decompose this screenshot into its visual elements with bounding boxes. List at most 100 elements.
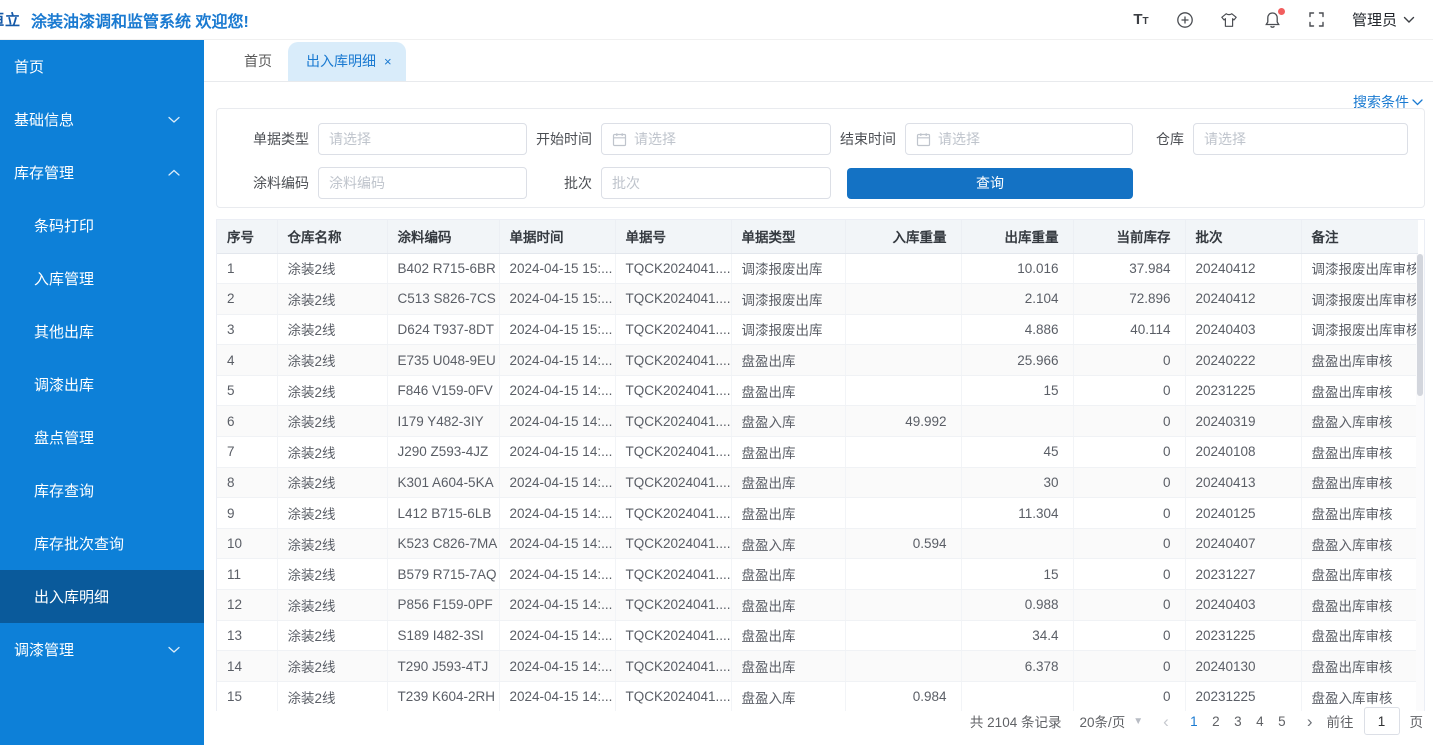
scrollbar-thumb[interactable] xyxy=(1417,254,1423,396)
table-cell: TQCK2024041.... xyxy=(615,406,731,437)
sidebar-item-其他出库[interactable]: 其他出库 xyxy=(0,305,204,358)
page-number-2[interactable]: 2 xyxy=(1205,712,1227,731)
goto-page-input[interactable] xyxy=(1364,707,1400,735)
table-cell: 盘盈出库 xyxy=(731,467,845,498)
table-cell: TQCK2024041.... xyxy=(615,528,731,559)
page-size-select[interactable]: 20条/页 ▼ xyxy=(1079,711,1143,731)
table-cell: 涂装2线 xyxy=(277,681,387,711)
table-cell: 20231225 xyxy=(1185,620,1301,651)
sidebar-item-库存管理[interactable]: 库存管理 xyxy=(0,146,204,199)
table-cell: 2.104 xyxy=(961,284,1073,315)
table-cell: 涂装2线 xyxy=(277,406,387,437)
search-field-仓库: 仓库请选择 xyxy=(1135,123,1408,155)
main-area: 首页出入库明细× 搜索条件 单据类型请选择开始时间请选择结束时间请选择仓库请选择… xyxy=(204,40,1433,745)
field-input[interactable]: 请选择 xyxy=(905,123,1133,155)
sidebar-item-条码打印[interactable]: 条码打印 xyxy=(0,199,204,252)
prev-page-button[interactable]: ‹ xyxy=(1159,713,1173,730)
table-cell: 涂装2线 xyxy=(277,437,387,468)
data-table-container: 序号仓库名称涂料编码单据时间单据号单据类型入库重量出库重量当前库存批次备注 1涂… xyxy=(216,219,1425,711)
user-menu[interactable]: 管理员 xyxy=(1352,9,1415,30)
table-cell xyxy=(845,314,961,345)
table-cell: TQCK2024041.... xyxy=(615,345,731,376)
sidebar-item-label: 首页 xyxy=(14,56,44,77)
close-icon[interactable]: × xyxy=(384,54,392,69)
field-input[interactable]: 批次 xyxy=(601,167,831,199)
sidebar-item-调漆管理[interactable]: 调漆管理 xyxy=(0,623,204,676)
table-cell: L412 B715-6LB xyxy=(387,498,499,529)
table-cell: 2024-04-15 14:... xyxy=(499,375,615,406)
sidebar-item-首页[interactable]: 首页 xyxy=(0,40,204,93)
circle-plus-icon[interactable] xyxy=(1176,11,1194,29)
table-body: 1涂装2线B402 R715-6BR2024-04-15 15:...TQCK2… xyxy=(217,253,1418,711)
table-cell xyxy=(845,253,961,284)
fullscreen-icon[interactable] xyxy=(1308,11,1326,29)
next-page-button[interactable]: › xyxy=(1303,713,1317,730)
table-cell: 盘盈出库审核 xyxy=(1301,345,1418,376)
sidebar-item-库存查询[interactable]: 库存查询 xyxy=(0,464,204,517)
column-header-当前库存: 当前库存 xyxy=(1073,220,1185,253)
sidebar-item-调漆出库[interactable]: 调漆出库 xyxy=(0,358,204,411)
tab-出入库明细[interactable]: 出入库明细 × xyxy=(288,42,406,81)
table-cell: 1 xyxy=(217,253,277,284)
sidebar-item-库存批次查询[interactable]: 库存批次查询 xyxy=(0,517,204,570)
table-cell: 0 xyxy=(1073,467,1185,498)
page-number-5[interactable]: 5 xyxy=(1271,712,1293,731)
table-cell: 调漆报废出库审核 xyxy=(1301,314,1418,345)
table-cell: 10 xyxy=(217,528,277,559)
sidebar-item-label: 入库管理 xyxy=(34,268,94,289)
sidebar-item-入库管理[interactable]: 入库管理 xyxy=(0,252,204,305)
notification-bell-icon[interactable] xyxy=(1264,11,1282,29)
table-cell: 盘盈出库 xyxy=(731,345,845,376)
sidebar-item-出入库明细[interactable]: 出入库明细 xyxy=(0,570,204,623)
table-cell: 20240412 xyxy=(1185,253,1301,284)
column-header-仓库名称: 仓库名称 xyxy=(277,220,387,253)
sidebar-item-盘点管理[interactable]: 盘点管理 xyxy=(0,411,204,464)
table-row: 10涂装2线K523 C826-7MA2024-04-15 14:...TQCK… xyxy=(217,528,1418,559)
page-number-3[interactable]: 3 xyxy=(1227,712,1249,731)
column-header-单据时间: 单据时间 xyxy=(499,220,615,253)
table-cell: 0 xyxy=(1073,375,1185,406)
field-input[interactable]: 请选择 xyxy=(1193,123,1408,155)
table-cell: 11.304 xyxy=(961,498,1073,529)
field-placeholder: 请选择 xyxy=(329,129,371,149)
table-cell: 20240407 xyxy=(1185,528,1301,559)
table-cell: 20240125 xyxy=(1185,498,1301,529)
query-button[interactable]: 查询 xyxy=(847,168,1133,199)
tab-label: 出入库明细 xyxy=(306,53,376,69)
top-header: 恒立 涂装油漆调和监管系统 欢迎您! TT xyxy=(0,0,1433,40)
field-input[interactable]: 请选择 xyxy=(318,123,527,155)
table-cell: 10.016 xyxy=(961,253,1073,284)
table-cell: 37.984 xyxy=(1073,253,1185,284)
theme-shirt-icon[interactable] xyxy=(1220,11,1238,29)
field-placeholder: 请选择 xyxy=(1204,129,1246,149)
table-cell: 盘盈入库 xyxy=(731,406,845,437)
table-scrollbar[interactable] xyxy=(1416,254,1424,711)
table-row: 11涂装2线B579 R715-7AQ2024-04-15 14:...TQCK… xyxy=(217,559,1418,590)
table-cell xyxy=(845,559,961,590)
sidebar-item-label: 调漆管理 xyxy=(14,639,74,660)
page-number-1[interactable]: 1 xyxy=(1183,712,1205,731)
table-cell: 0.594 xyxy=(845,528,961,559)
table-cell: K523 C826-7MA xyxy=(387,528,499,559)
field-input[interactable]: 涂料编码 xyxy=(318,167,527,199)
table-cell xyxy=(845,651,961,682)
column-header-单据类型: 单据类型 xyxy=(731,220,845,253)
calendar-icon xyxy=(612,132,627,147)
page-number-4[interactable]: 4 xyxy=(1249,712,1271,731)
table-cell: 涂装2线 xyxy=(277,620,387,651)
font-size-icon[interactable]: TT xyxy=(1132,11,1150,29)
column-header-入库重量: 入库重量 xyxy=(845,220,961,253)
table-cell: 盘盈出库 xyxy=(731,651,845,682)
sidebar-item-基础信息[interactable]: 基础信息 xyxy=(0,93,204,146)
table-cell: 11 xyxy=(217,559,277,590)
field-placeholder: 批次 xyxy=(612,173,640,193)
table-cell: 0 xyxy=(1073,437,1185,468)
table-cell: 盘盈出库审核 xyxy=(1301,467,1418,498)
table-cell: 涂装2线 xyxy=(277,528,387,559)
field-input[interactable]: 请选择 xyxy=(601,123,831,155)
field-label: 仓库 xyxy=(1135,129,1193,149)
table-cell: 2024-04-15 14:... xyxy=(499,406,615,437)
table-row: 7涂装2线J290 Z593-4JZ2024-04-15 14:...TQCK2… xyxy=(217,437,1418,468)
tab-首页[interactable]: 首页 xyxy=(228,42,288,81)
table-cell: 盘盈出库审核 xyxy=(1301,437,1418,468)
